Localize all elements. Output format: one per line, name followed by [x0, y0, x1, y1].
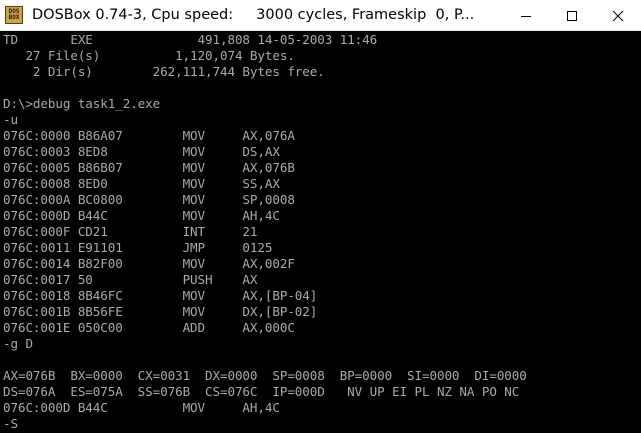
minimize-button[interactable]: [503, 0, 549, 31]
console-line: 076C:0011 E91101 JMP 0125: [3, 240, 273, 255]
dosbox-window: DOS BOX DOSBox 0.74-3, Cpu speed: 3000 c…: [0, 0, 641, 433]
console-line: -S: [3, 416, 18, 431]
window-controls: [503, 0, 641, 31]
minimize-icon: [521, 15, 531, 17]
console-line: 076C:0014 B82F00 MOV AX,002F: [3, 256, 295, 271]
console-line: D:\>debug task1_2.exe: [3, 96, 161, 111]
title-bar[interactable]: DOS BOX DOSBox 0.74-3, Cpu speed: 3000 c…: [0, 0, 641, 31]
close-icon: [612, 10, 624, 21]
console-line: 076C:0003 8ED8 MOV DS,AX: [3, 144, 280, 159]
console-line: 076C:000D B44C MOV AH,4C: [3, 208, 280, 223]
console-line: 076C:001E 050C00 ADD AX,000C: [3, 320, 295, 335]
console-line: -u: [3, 112, 18, 127]
maximize-icon: [567, 10, 577, 21]
console-line: 076C:001B 8B56FE MOV DX,[BP-02]: [3, 304, 318, 319]
console-line: 2 Dir(s) 262,111,744 Bytes free.: [3, 64, 325, 79]
console-line: -g D: [3, 336, 33, 351]
console-line: 27 File(s) 1,120,074 Bytes.: [3, 48, 295, 63]
console-line: 076C:0017 50 PUSH AX: [3, 272, 258, 287]
console-line: AX=076B BX=0000 CX=0031 DX=0000 SP=0008 …: [3, 368, 527, 383]
console-line: 076C:000F CD21 INT 21: [3, 224, 258, 239]
close-button[interactable]: [595, 0, 641, 31]
window-title: DOSBox 0.74-3, Cpu speed: 3000 cycles, F…: [32, 7, 475, 23]
console-line: DS=076A ES=075A SS=076B CS=076C IP=000D …: [3, 384, 520, 399]
console-line: 076C:000A BC0800 MOV SP,0008: [3, 192, 295, 207]
console-line: 076C:0008 8ED0 MOV SS,AX: [3, 176, 280, 191]
app-icon-text-bottom: BOX: [8, 14, 20, 21]
console-line: 076C:0005 B86B07 MOV AX,076B: [3, 160, 295, 175]
console-line: TD EXE 491,808 14-05-2003 11:46: [3, 32, 378, 47]
console-line: 076C:0018 8B46FC MOV AX,[BP-04]: [3, 288, 318, 303]
console-line: 076C:000D B44C MOV AH,4C: [3, 400, 280, 415]
dosbox-icon[interactable]: DOS BOX: [5, 6, 23, 24]
dos-console[interactable]: TD EXE 491,808 14-05-2003 11:46 27 File(…: [0, 31, 641, 433]
maximize-button[interactable]: [549, 0, 595, 31]
console-line: 076C:0000 B86A07 MOV AX,076A: [3, 128, 295, 143]
